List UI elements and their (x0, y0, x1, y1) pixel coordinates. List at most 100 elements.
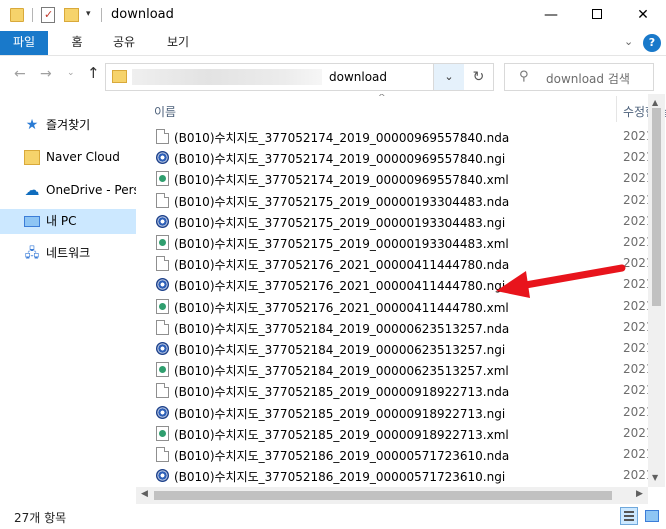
recent-locations-icon[interactable]: ⌄ (67, 68, 75, 78)
table-row[interactable]: (B010)수치지도_377052186_2019_00000571723610… (136, 465, 666, 486)
search-placeholder: download 검색 (546, 72, 630, 86)
title-bar: ✓ ▾ download — ✕ (0, 0, 666, 31)
blurred-path (132, 69, 322, 85)
horizontal-scrollbar[interactable]: ◀ ▶ (136, 487, 648, 504)
scroll-up-icon[interactable]: ▲ (652, 98, 658, 107)
scroll-right-icon[interactable]: ▶ (636, 489, 643, 499)
table-row[interactable]: (B010)수치지도_377052186_2019_00000571723610… (136, 444, 666, 465)
status-bar: 27개 항목 (0, 504, 666, 529)
scroll-left-icon[interactable]: ◀ (141, 489, 148, 499)
navigation-bar: ← → ⌄ ↑ download ⌄ ↻ ⚲ download 검색 (0, 56, 666, 94)
vertical-scrollbar[interactable]: ▲ ▼ (648, 94, 665, 487)
file-name: (B010)수치지도_377052174_2019_00000969557840… (174, 173, 509, 188)
address-dropdown-button[interactable]: ⌄ (433, 64, 464, 90)
search-icon: ⚲ (519, 69, 529, 84)
scroll-down-icon[interactable]: ▼ (652, 473, 658, 482)
xml-file-icon (156, 171, 169, 187)
file-icon (156, 319, 169, 335)
file-name: (B010)수치지도_377052186_2019_00000571723610… (174, 470, 506, 485)
file-name: (B010)수치지도_377052185_2019_00000918922713… (174, 385, 510, 400)
window-title: download (111, 7, 174, 22)
ngi-file-icon (156, 405, 169, 419)
tab-home[interactable]: 홈 (62, 31, 92, 55)
table-row[interactable]: (B010)수치지도_377052184_2019_00000623513257… (136, 359, 666, 380)
xml-file-icon (156, 298, 169, 314)
address-bar[interactable]: download ⌄ ↻ (105, 63, 494, 91)
checkmark-icon: ✓ (44, 8, 54, 21)
table-row[interactable]: (B010)수치지도_377052174_2019_00000969557840… (136, 147, 666, 168)
table-row[interactable]: (B010)수치지도_377052175_2019_00000193304483… (136, 190, 666, 211)
sidebar-item-naver-cloud[interactable]: Naver Cloud (0, 145, 136, 170)
sidebar-item-label: 네트워크 (46, 246, 91, 260)
file-name: (B010)수치지도_377052176_2021_00000411444780… (174, 279, 506, 294)
table-row[interactable]: (B010)수치지도_377052184_2019_00000623513257… (136, 317, 666, 338)
large-icons-view-button[interactable] (642, 507, 660, 525)
xml-file-icon (156, 235, 169, 250)
xml-file-icon (156, 425, 169, 441)
network-icon: 🖧 (24, 246, 40, 261)
search-input[interactable]: ⚲ download 검색 (504, 63, 654, 91)
refresh-button[interactable]: ↻ (464, 64, 493, 90)
ngi-file-icon (156, 342, 169, 355)
properties-icon[interactable]: ✓ (41, 7, 55, 23)
xml-file-icon (156, 362, 169, 378)
column-header: ^ 이름 수정한 날짜 (136, 94, 666, 124)
table-row[interactable]: (B010)수치지도_377052184_2019_00000623513257… (136, 338, 666, 359)
table-row[interactable]: (B010)수치지도_377052175_2019_00000193304483… (136, 232, 666, 253)
table-row[interactable]: (B010)수치지도_377052185_2019_00000918922713… (136, 423, 666, 444)
cloud-icon: ☁ (24, 181, 40, 199)
file-name: (B010)수치지도_377052175_2019_00000193304483… (174, 237, 509, 251)
column-name[interactable]: 이름 (154, 103, 176, 120)
sort-ascending-icon: ^ (378, 94, 386, 103)
folder-icon (112, 70, 127, 83)
quick-access-dropdown-icon[interactable]: ▾ (86, 9, 91, 19)
table-row[interactable]: (B010)수치지도_377052174_2019_00000969557840… (136, 126, 666, 147)
navigation-pane: ★ 즐겨찾기 Naver Cloud ☁ OneDrive - Personal… (0, 94, 136, 504)
file-name: (B010)수치지도_377052174_2019_00000969557840… (174, 152, 506, 167)
table-row[interactable]: (B010)수치지도_377052174_2019_00000969557840… (136, 168, 666, 189)
back-button[interactable]: ← (14, 66, 26, 82)
item-count: 27개 항목 (14, 511, 67, 525)
file-icon (156, 447, 169, 462)
sidebar-item-network[interactable]: 🖧 네트워크 (0, 241, 136, 266)
folder-icon (24, 150, 40, 165)
sidebar-item-label: 내 PC (46, 214, 77, 228)
pc-icon (24, 216, 40, 227)
sidebar-item-this-pc[interactable]: 내 PC (0, 209, 136, 234)
vertical-scroll-thumb[interactable] (652, 108, 661, 306)
tab-view[interactable]: 보기 (160, 31, 196, 55)
close-button[interactable]: ✕ (620, 0, 666, 31)
details-view-button[interactable] (620, 507, 638, 525)
file-name: (B010)수치지도_377052176_2021_00000411444780… (174, 300, 509, 315)
ribbon-expand-icon[interactable]: ⌄ (624, 35, 633, 48)
ngi-file-icon (156, 214, 169, 228)
table-row[interactable]: (B010)수치지도_377052185_2019_00000918922713… (136, 380, 666, 401)
minimize-button[interactable]: — (528, 0, 574, 31)
file-name: (B010)수치지도_377052185_2019_00000918922713… (174, 427, 509, 442)
folder-icon[interactable] (10, 8, 24, 22)
sidebar-item-label: OneDrive - Personal (46, 183, 136, 197)
file-name: (B010)수치지도_377052175_2019_00000193304483… (174, 215, 506, 230)
help-icon[interactable]: ? (643, 34, 661, 52)
file-name: (B010)수치지도_377052184_2019_00000623513257… (174, 364, 509, 379)
sidebar-item-onedrive[interactable]: ☁ OneDrive - Personal (0, 178, 137, 203)
file-name: (B010)수치지도_377052184_2019_00000623513257… (174, 343, 506, 357)
file-name: (B010)수치지도_377052174_2019_00000969557840… (174, 131, 510, 145)
sidebar-item-label: Naver Cloud (46, 150, 120, 164)
table-row[interactable]: (B010)수치지도_377052175_2019_00000193304483… (136, 211, 666, 232)
table-row[interactable]: (B010)수치지도_377052185_2019_00000918922713… (136, 402, 666, 423)
forward-button[interactable]: → (40, 66, 52, 82)
sidebar-item-favorites[interactable]: ★ 즐겨찾기 (0, 113, 136, 138)
maximize-button[interactable] (574, 0, 620, 31)
horizontal-scroll-thumb[interactable] (154, 491, 612, 500)
address-path-text[interactable]: download (329, 70, 387, 84)
column-divider[interactable] (616, 96, 617, 122)
up-button[interactable]: ↑ (87, 64, 100, 82)
file-name: (B010)수치지도_377052186_2019_00000571723610… (174, 449, 510, 463)
tab-share[interactable]: 공유 (104, 31, 144, 55)
new-folder-icon[interactable] (64, 8, 79, 22)
tab-file[interactable]: 파일 (0, 31, 48, 55)
ngi-file-icon (156, 278, 169, 292)
file-icon (156, 256, 169, 272)
sidebar-item-label: 즐겨찾기 (46, 118, 91, 132)
